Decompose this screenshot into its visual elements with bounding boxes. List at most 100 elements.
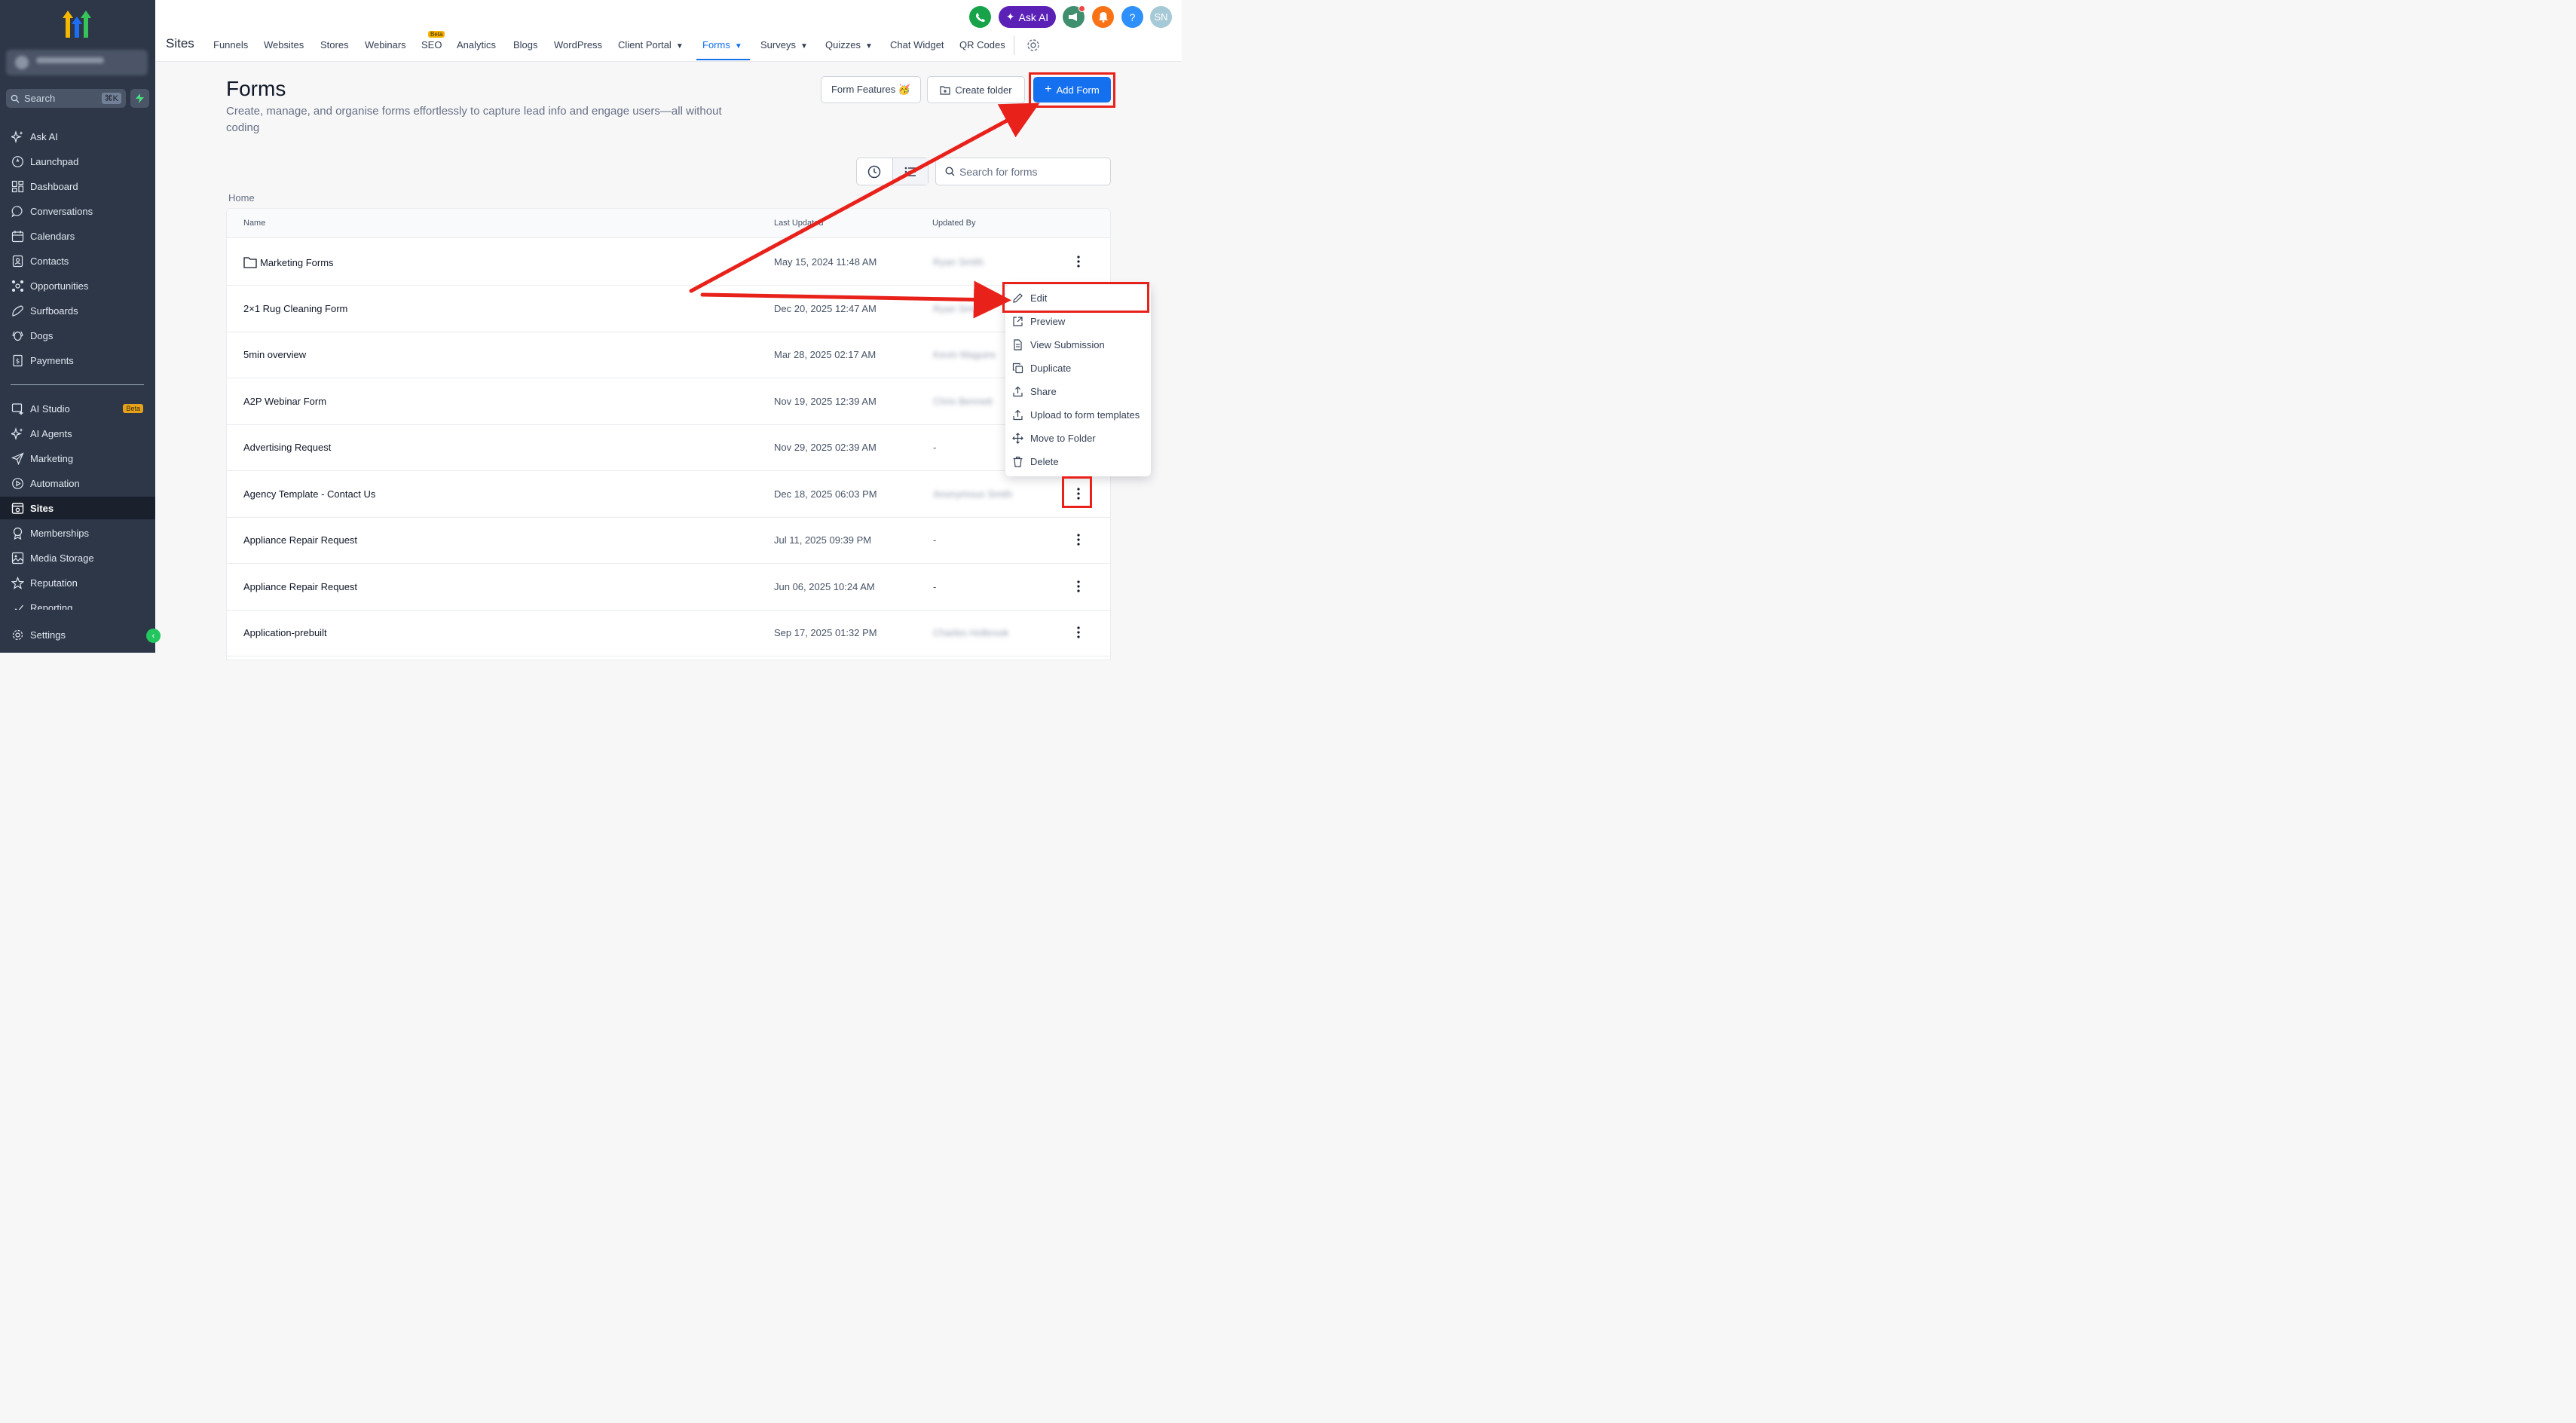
tab-seo[interactable]: SEO [421, 39, 442, 50]
row-name-text: 2×1 Rug Cleaning Form [243, 302, 348, 314]
row-name[interactable]: A2P Webinar Form [243, 396, 326, 407]
tab-surveys[interactable]: Surveys ▼ [760, 39, 808, 50]
row-last-updated: May 15, 2024 11:48 AM [774, 256, 877, 268]
column-header-name[interactable]: Name [243, 219, 265, 228]
sidebar-item-settings[interactable]: Settings [0, 623, 155, 646]
column-header-last-updated[interactable]: Last Updated [774, 219, 823, 228]
tab-stores[interactable]: Stores [320, 39, 349, 50]
sidebar-item-calendars[interactable]: Calendars [0, 225, 155, 247]
menu-item-share[interactable]: Share [1005, 380, 1151, 402]
row-name[interactable]: 2×1 Rug Cleaning Form [243, 303, 347, 314]
row-name-text: Advertising Request [243, 442, 332, 453]
notifications-button[interactable] [1092, 6, 1114, 28]
recent-view-button[interactable] [857, 158, 893, 185]
table-row[interactable]: Appliance Repair Request Jul 11, 2025 09:… [227, 517, 1110, 564]
row-actions-button[interactable] [1071, 577, 1086, 596]
sidebar-divider [11, 384, 144, 385]
row-last-updated: Nov 29, 2025 02:39 AM [774, 442, 877, 453]
sidebar-item-reputation[interactable]: Reputation [0, 571, 155, 594]
view-toggle [856, 158, 929, 185]
row-actions-button[interactable] [1071, 530, 1086, 549]
row-actions-button[interactable] [1071, 252, 1086, 271]
row-last-updated: Mar 28, 2025 02:17 AM [774, 349, 877, 360]
table-row[interactable]: A2P Webinar Form Nov 19, 2025 12:39 AM Chr… [227, 378, 1110, 425]
sidebar-item-ai-agents[interactable]: AI Agents [0, 422, 155, 445]
row-actions-button[interactable] [1071, 623, 1086, 642]
sidebar-item-media-storage[interactable]: Media Storage [0, 546, 155, 569]
form-features-button[interactable]: Form Features 🥳 [821, 76, 921, 103]
help-button[interactable]: ? [1121, 6, 1143, 28]
account-switcher[interactable] [6, 50, 148, 75]
sidebar-item-label: Opportunities [30, 280, 89, 292]
tab-quizzes[interactable]: Quizzes ▼ [825, 39, 873, 50]
table-row[interactable]: 5min overview Mar 28, 2025 02:17 AM Kevin … [227, 332, 1110, 378]
tab-chat-widget[interactable]: Chat Widget [890, 39, 944, 50]
row-name[interactable]: 5min overview [243, 349, 306, 360]
sidebar-item-reporting[interactable]: Reporting [0, 596, 155, 610]
list-icon [904, 167, 916, 176]
sidebar-item-surfboards[interactable]: Surfboards [0, 299, 155, 322]
sidebar-item-marketing[interactable]: Marketing [0, 447, 155, 470]
settings-gear-icon[interactable] [1026, 38, 1041, 53]
sidebar-item-contacts[interactable]: Contacts [0, 249, 155, 272]
sidebar-item-dogs[interactable]: Dogs [0, 324, 155, 347]
sidebar-item-label: Calendars [30, 230, 75, 242]
tab-analytics[interactable]: Analytics [457, 39, 496, 50]
search-forms-input[interactable] [959, 165, 1103, 178]
sidebar-item-conversations[interactable]: Conversations [0, 200, 155, 222]
row-name[interactable]: Appliance Repair Request [243, 534, 357, 546]
menu-item-delete[interactable]: Delete [1005, 450, 1151, 473]
tab-label: Forms [702, 39, 730, 50]
tab-webinars[interactable]: Webinars [365, 39, 406, 50]
tab-qr-codes[interactable]: QR Codes [959, 39, 1005, 50]
table-row[interactable]: Marketing Forms May 15, 2024 11:48 AM Ryan… [227, 239, 1110, 286]
sidebar-item-ai-studio[interactable]: AI Studio Beta [0, 397, 155, 420]
row-name[interactable]: Advertising Request [243, 442, 331, 453]
table-row[interactable]: Application-prebuilt Sep 17, 2025 01:32 P… [227, 610, 1110, 656]
column-header-updated-by[interactable]: Updated By [932, 219, 975, 228]
create-folder-label: Create folder [955, 84, 1012, 96]
quick-action-button[interactable] [130, 89, 149, 108]
row-name[interactable]: Application-prebuilt [243, 627, 327, 638]
tab-blogs[interactable]: Blogs [513, 39, 538, 50]
menu-item-duplicate[interactable]: Duplicate [1005, 357, 1151, 379]
sidebar-item-opportunities[interactable]: Opportunities [0, 274, 155, 297]
sidebar-item-memberships[interactable]: Memberships [0, 522, 155, 544]
sidebar-item-ask-ai[interactable]: Ask AI [0, 125, 155, 148]
sidebar-item-payments[interactable]: $ Payments [0, 349, 155, 372]
menu-item-move-to-folder[interactable]: Move to Folder [1005, 427, 1151, 449]
create-folder-button[interactable]: Create folder [927, 76, 1025, 103]
row-name[interactable]: Appliance Repair Request [243, 581, 357, 592]
tab-wordpress[interactable]: WordPress [554, 39, 602, 50]
row-name[interactable]: Marketing Forms [243, 256, 334, 268]
menu-item-view-submission[interactable]: View Submission [1005, 333, 1151, 356]
table-row[interactable]: Agency Template - Contact Us Dec 18, 2025… [227, 471, 1110, 518]
list-view-button[interactable] [892, 158, 928, 185]
tab-client-portal[interactable]: Client Portal ▼ [618, 39, 684, 50]
sidebar-item-sites[interactable]: Sites [0, 497, 155, 519]
sidebar-item-automation[interactable]: Automation [0, 472, 155, 494]
collapse-sidebar-button[interactable]: ‹ [146, 629, 161, 643]
table-row[interactable]: 2×1 Rug Cleaning Form Dec 20, 2025 12:47 … [227, 286, 1110, 332]
row-last-updated: Dec 20, 2025 12:47 AM [774, 302, 877, 314]
star-icon [11, 576, 24, 589]
automation-icon [12, 477, 23, 489]
phone-button[interactable] [969, 6, 991, 28]
breadcrumb[interactable]: Home [228, 192, 255, 204]
tab-funnels[interactable]: Funnels [213, 39, 248, 50]
row-name[interactable]: Agency Template - Contact Us [243, 488, 375, 500]
avatar[interactable]: SN [1150, 6, 1172, 28]
ask-ai-button[interactable]: ✦ Ask AI [999, 6, 1056, 28]
table-row[interactable]: Appliance Repair Request Jun 06, 2025 10:… [227, 564, 1110, 611]
sidebar-item-launchpad[interactable]: Launchpad [0, 150, 155, 173]
row-name-text: Agency Template - Contact Us [243, 488, 376, 500]
tab-forms[interactable]: Forms ▼ [702, 39, 742, 50]
announcements-button[interactable] [1063, 5, 1085, 28]
menu-item-preview[interactable]: Preview [1005, 310, 1151, 332]
table-row[interactable]: Advertising Request Nov 29, 2025 02:39 AM… [227, 424, 1110, 471]
sparkle-icon [11, 427, 23, 440]
menu-item-upload-to-form-templates[interactable]: Upload to form templates [1005, 403, 1151, 426]
sidebar-item-dashboard[interactable]: Dashboard [0, 175, 155, 197]
tab-websites[interactable]: Websites [264, 39, 304, 50]
sidebar-search[interactable]: Search ⌘K [6, 89, 126, 108]
